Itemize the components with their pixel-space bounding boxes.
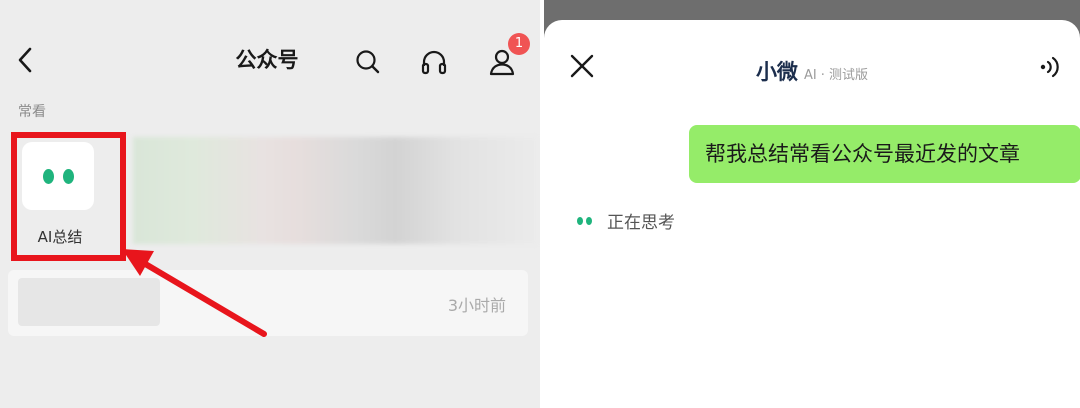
user-message-bubble: 帮我总结常看公众号最近发的文章	[689, 125, 1080, 183]
assistant-subtitle: AI · 测试版	[803, 68, 869, 83]
voice-button[interactable]	[1036, 52, 1066, 82]
highlight-box	[11, 132, 126, 261]
two-dots-icon	[577, 216, 592, 225]
voice-wave-icon	[1040, 56, 1059, 78]
headset-icon	[421, 50, 447, 75]
article-item[interactable]: 3小时前	[8, 270, 528, 336]
thinking-status: 正在思考	[577, 208, 675, 233]
article-thumbnail	[18, 278, 160, 326]
blurred-accounts-row[interactable]	[133, 137, 537, 244]
search-button[interactable]	[350, 44, 386, 80]
section-label-frequent: 常看	[18, 104, 46, 120]
assistant-name: 小微	[755, 60, 798, 84]
assistant-screen: 小微 AI · 测试版 帮我总结常看公众号最近发的文章 正在思考	[544, 0, 1080, 408]
assistant-title: 小微 AI · 测试版	[544, 56, 1080, 86]
chevron-left-icon	[18, 47, 32, 73]
listen-button[interactable]	[414, 44, 454, 80]
search-icon	[356, 50, 380, 74]
thinking-text: 正在思考	[607, 213, 675, 233]
official-accounts-screen: 公众号 1 常看 AI总结 3小时前	[0, 0, 540, 408]
notification-badge: 1	[508, 33, 530, 55]
assistant-sheet: 小微 AI · 测试版 帮我总结常看公众号最近发的文章 正在思考	[544, 20, 1080, 408]
page-title: 公众号	[235, 48, 299, 72]
article-time: 3小时前	[447, 296, 506, 315]
back-button[interactable]	[8, 40, 44, 80]
